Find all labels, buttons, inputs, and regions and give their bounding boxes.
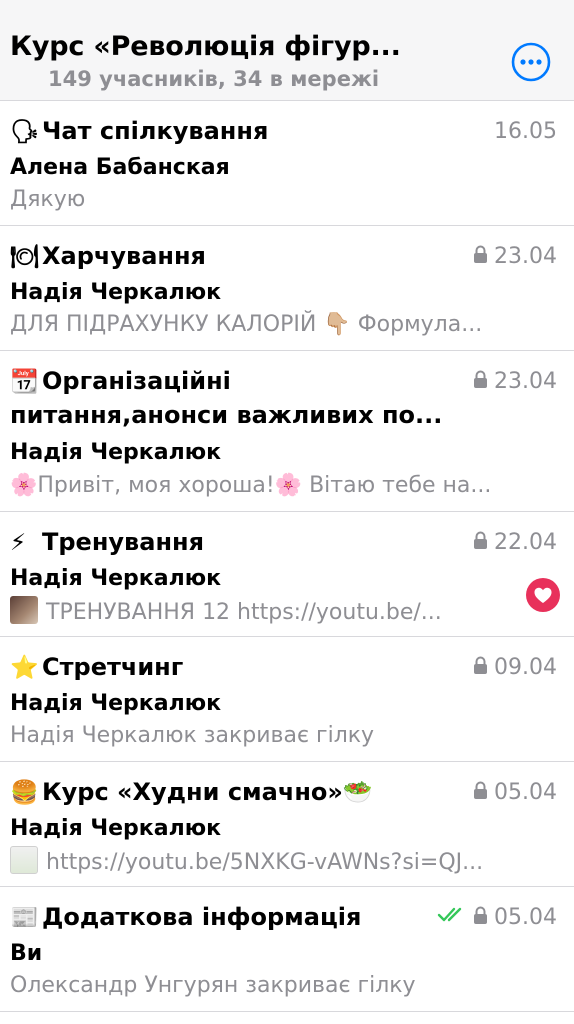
- topic-date: 16.05: [494, 119, 557, 144]
- group-member-count: 149 учасників, 34 в мережі: [48, 67, 380, 91]
- video-thumbnail: [10, 596, 38, 624]
- topic-sender: Надія Черкалюк: [10, 440, 222, 465]
- lock-icon: [474, 656, 488, 674]
- topic-preview: 🌸Привіт, моя хороша!🌸 Вітаю тебе на...: [10, 473, 492, 498]
- newspaper-icon: 📰: [10, 905, 39, 931]
- topic-preview: https://youtu.be/5NXKG-vAWNs?si=QJ...: [10, 846, 555, 878]
- topic-preview: Дякую: [10, 187, 86, 212]
- topic-sender: Надія Черкалюк: [10, 566, 222, 591]
- topic-date: 22.04: [473, 528, 557, 558]
- topic-date: 05.04: [437, 903, 557, 933]
- topic-item-course[interactable]: 🍔 Курс «Худни смачно»🥗 05.04 Надія Черкал…: [0, 762, 574, 887]
- lock-icon: [474, 781, 488, 799]
- speaking-head-icon: 🗣: [10, 119, 40, 145]
- topic-preview: ДЛЯ ПІДРАХУНКУ КАЛОРІЙ 👇🏼 Формула...: [10, 312, 483, 337]
- topic-list: 🗣 Чат спілкування 16.05 Алена Бабанская Д…: [0, 101, 574, 1012]
- topic-date: 23.04: [473, 367, 557, 397]
- star-icon: ⭐: [10, 655, 39, 681]
- topic-item-organizational[interactable]: 📆 Організаційні питання,анонси важливих п…: [0, 351, 574, 512]
- topic-title: 🗣 Чат спілкування: [10, 115, 470, 148]
- ellipsis-circle-icon[interactable]: [511, 42, 551, 82]
- topic-title: 📆 Організаційні: [10, 365, 450, 398]
- topic-title: ⚡ Тренування: [10, 526, 450, 559]
- topic-preview: Надія Черкалюк закриває гілку: [10, 723, 375, 748]
- topic-date: 23.04: [473, 242, 557, 272]
- topic-title: ⭐ Стретчинг: [10, 651, 450, 684]
- reaction-badge[interactable]: [526, 578, 560, 612]
- topic-sender: Надія Черкалюк: [10, 816, 222, 841]
- topic-sender: Ви: [10, 941, 43, 966]
- topic-date: 05.04: [473, 778, 557, 808]
- double-check-icon: [437, 907, 462, 922]
- topic-item-nutrition[interactable]: 🍽 Харчування 23.04 Надія Черкалюк ДЛЯ ПІД…: [0, 226, 574, 351]
- topic-date: 09.04: [473, 653, 557, 683]
- topic-title-continued: питання,анонси важливих по...: [10, 401, 443, 429]
- link-thumbnail: [10, 846, 38, 874]
- plate-icon: 🍽: [10, 244, 40, 270]
- group-title[interactable]: Курс «Революція фігур...: [10, 30, 480, 64]
- burger-icon: 🍔: [10, 780, 39, 806]
- lock-icon: [474, 906, 488, 924]
- topic-title: 📰 Додаткова інформація: [10, 901, 410, 934]
- topic-sender: Алена Бабанская: [10, 155, 230, 180]
- topic-item-training[interactable]: ⚡ Тренування 22.04 Надія Черкалюк ТРЕНУВА…: [0, 512, 574, 637]
- lock-icon: [474, 245, 488, 263]
- topic-title: 🍽 Харчування: [10, 240, 450, 273]
- topic-title: 🍔 Курс «Худни смачно»🥗: [10, 776, 450, 809]
- topic-preview: Олександр Унгурян закриває гілку: [10, 973, 416, 998]
- topic-item-additional-info[interactable]: 📰 Додаткова інформація 05.04 Ви Олександр…: [0, 887, 574, 1012]
- lock-icon: [474, 531, 488, 549]
- topic-sender: Надія Черкалюк: [10, 280, 222, 305]
- chat-header: Курс «Революція фігур... 149 учасників, …: [0, 0, 574, 101]
- calendar-icon: 📆: [10, 369, 39, 395]
- lightning-icon: ⚡: [10, 530, 27, 556]
- heart-icon: [534, 587, 552, 603]
- topic-preview: ТРЕНУВАННЯ 12 https://youtu.be/...: [10, 596, 510, 628]
- topic-sender: Надія Черкалюк: [10, 691, 222, 716]
- topic-item-stretching[interactable]: ⭐ Стретчинг 09.04 Надія Черкалюк Надія Че…: [0, 637, 574, 762]
- topic-item-chat[interactable]: 🗣 Чат спілкування 16.05 Алена Бабанская Д…: [0, 101, 574, 226]
- lock-icon: [474, 370, 488, 388]
